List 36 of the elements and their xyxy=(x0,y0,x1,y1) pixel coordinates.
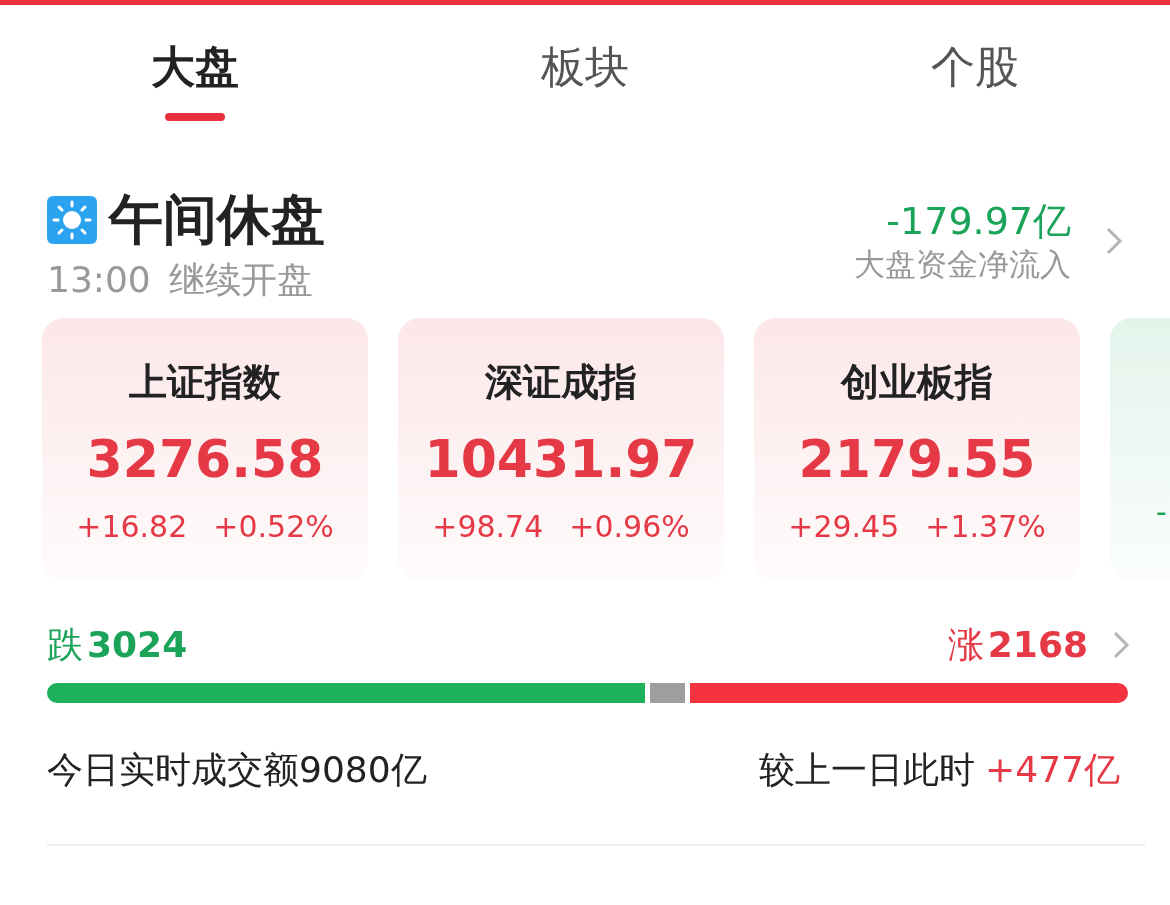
chevron-right-icon[interactable] xyxy=(1105,226,1123,256)
net-flow-value: -179.97亿 xyxy=(886,198,1071,244)
index-value: 10431.97 xyxy=(424,428,698,490)
compare-label: 较上一日此时 xyxy=(759,748,976,792)
index-name: 深证成指 xyxy=(485,359,637,406)
index-name: 创业板指 xyxy=(841,359,993,406)
sun-icon xyxy=(47,196,97,244)
index-change: - xyxy=(1156,493,1167,531)
tab[interactable]: 个股 xyxy=(780,5,1170,130)
index-value: 3276.58 xyxy=(86,428,324,490)
index-card[interactable]: 深证成指 10431.97 +98.74 +0.96% xyxy=(398,318,724,581)
index-name: 上证指数 xyxy=(129,359,281,406)
tab[interactable]: 大盘 xyxy=(0,5,390,130)
status-title: 午间休盘 xyxy=(109,188,325,252)
index-card[interactable]: 上证指数 3276.58 +16.82 +0.52% xyxy=(42,318,368,581)
resume-time: 13:00 xyxy=(47,258,151,302)
compare-value: +477亿 xyxy=(985,748,1120,792)
chevron-right-icon[interactable] xyxy=(1112,630,1130,660)
turnover-amount: 今日实时成交额9080亿 xyxy=(47,748,427,792)
index-percent: +0.96% xyxy=(569,508,690,546)
net-flow-label: 大盘资金净流入 xyxy=(854,245,1071,284)
index-percent: +1.37% xyxy=(925,508,1046,546)
status-subtitle: 继续开盘 xyxy=(168,258,313,302)
index-change: +98.74 xyxy=(432,508,544,546)
fall-label: 跌 xyxy=(47,622,83,667)
index-change: +29.45 xyxy=(788,508,900,546)
flat-segment xyxy=(650,683,686,703)
index-card[interactable]: 创业板指 2179.55 +29.45 +1.37% xyxy=(754,318,1080,581)
tab-indicator xyxy=(165,113,225,121)
index-value: 2179.55 xyxy=(798,428,1036,490)
rise-label: 涨 xyxy=(947,622,984,667)
rise-count: 2168 xyxy=(987,623,1088,665)
index-change: +16.82 xyxy=(76,508,188,546)
index-percent: +0.52% xyxy=(213,508,334,546)
tab[interactable]: 板块 xyxy=(390,5,780,130)
fall-count: 3024 xyxy=(87,623,188,665)
